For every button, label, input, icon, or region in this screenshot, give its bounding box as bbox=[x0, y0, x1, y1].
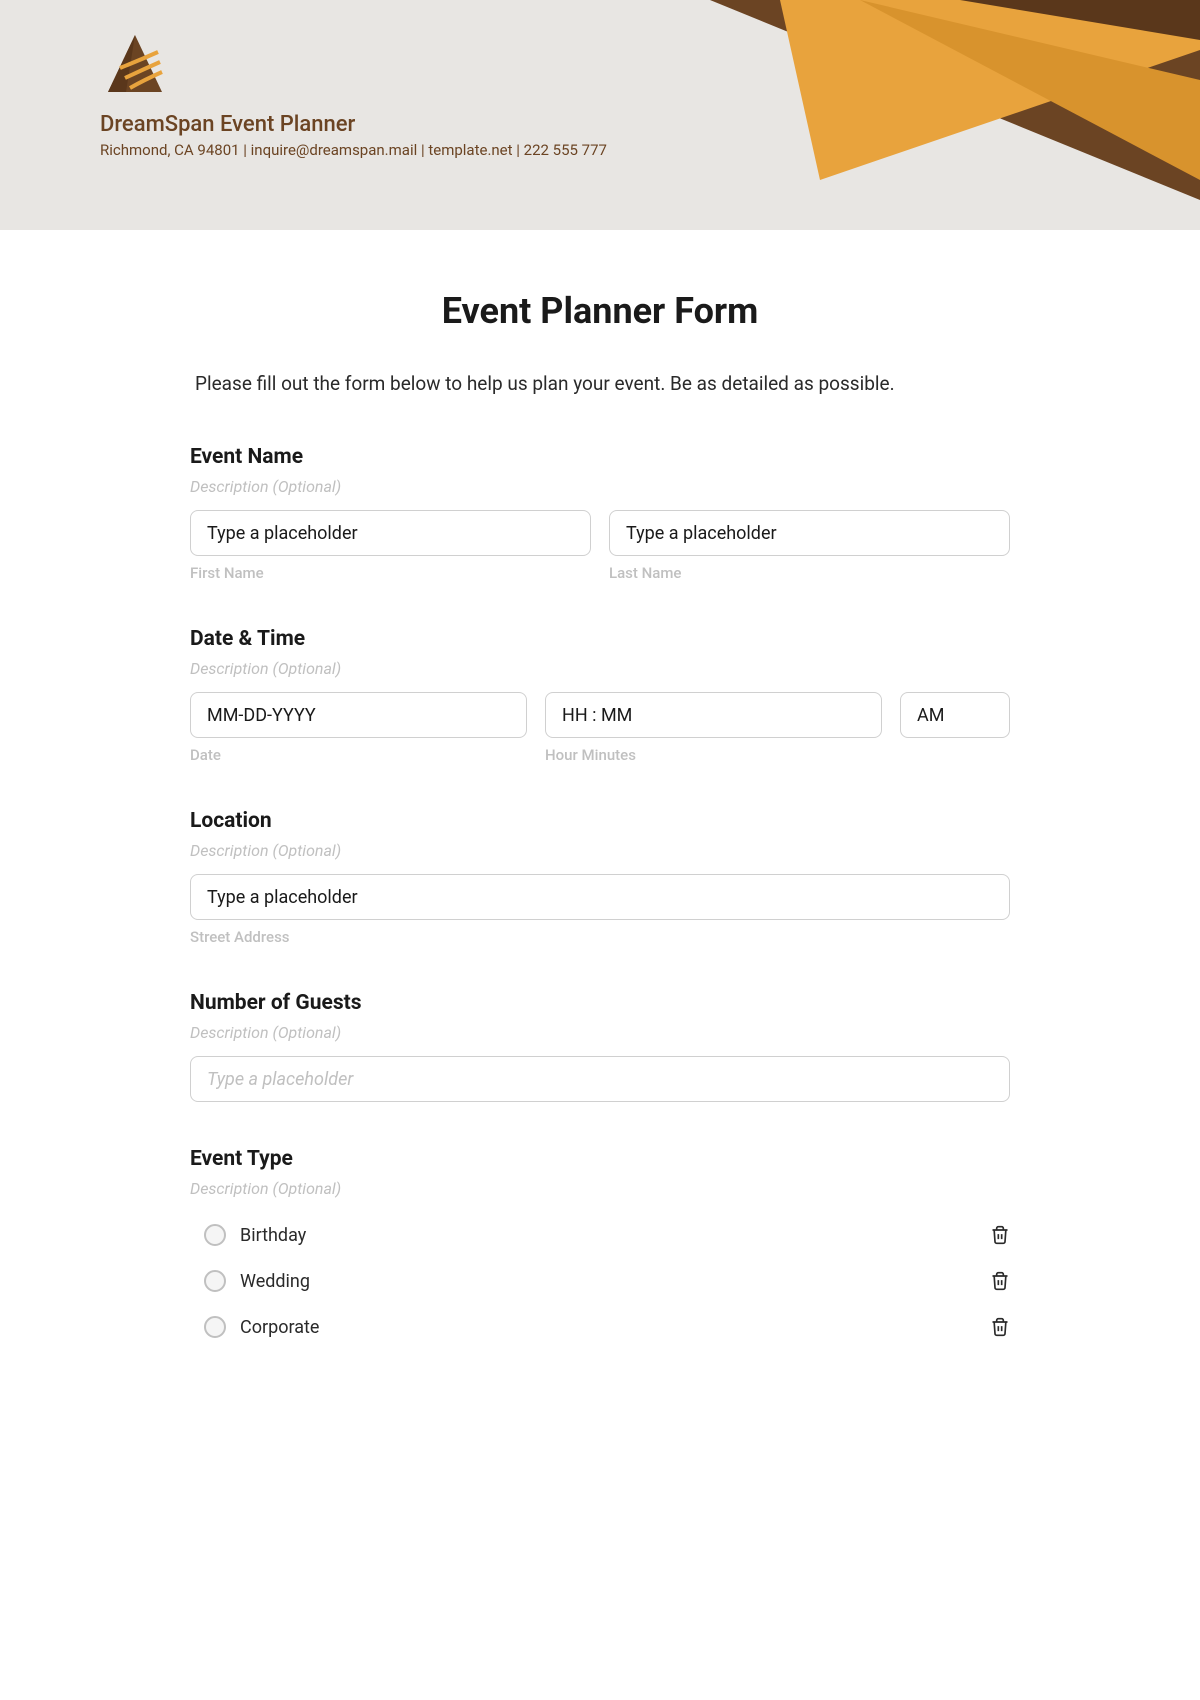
section-desc: Description (Optional) bbox=[190, 841, 1010, 860]
section-desc: Description (Optional) bbox=[190, 1179, 1010, 1198]
first-name-input[interactable]: Type a placeholder bbox=[190, 510, 591, 556]
time-input[interactable]: HH : MM bbox=[545, 692, 882, 738]
radio-icon bbox=[204, 1316, 226, 1338]
section-label: Number of Guests bbox=[190, 991, 1010, 1015]
date-input[interactable]: MM-DD-YYYY bbox=[190, 692, 527, 738]
company-name: DreamSpan Event Planner bbox=[100, 112, 1200, 137]
section-desc: Description (Optional) bbox=[190, 477, 1010, 496]
form-content: Event Planner Form Please fill out the f… bbox=[150, 230, 1050, 1455]
radio-icon bbox=[204, 1270, 226, 1292]
header-banner: DreamSpan Event Planner Richmond, CA 948… bbox=[0, 0, 1200, 230]
last-name-input[interactable]: Type a placeholder bbox=[609, 510, 1010, 556]
radio-icon bbox=[204, 1224, 226, 1246]
street-address-input[interactable]: Type a placeholder bbox=[190, 874, 1010, 920]
trash-icon[interactable] bbox=[990, 1316, 1010, 1338]
section-label: Event Type bbox=[190, 1147, 1010, 1171]
trash-icon[interactable] bbox=[990, 1224, 1010, 1246]
radio-option-birthday[interactable]: Birthday bbox=[204, 1212, 1010, 1258]
company-logo bbox=[100, 30, 170, 104]
section-desc: Description (Optional) bbox=[190, 659, 1010, 678]
date-sublabel: Date bbox=[190, 746, 527, 764]
trash-icon[interactable] bbox=[990, 1270, 1010, 1292]
radio-option-wedding[interactable]: Wedding bbox=[204, 1258, 1010, 1304]
last-name-sublabel: Last Name bbox=[609, 564, 1010, 582]
form-intro: Please fill out the form below to help u… bbox=[190, 372, 1010, 395]
street-sublabel: Street Address bbox=[190, 928, 1010, 946]
section-event-type: Event Type Description (Optional) Birthd… bbox=[190, 1147, 1010, 1350]
section-date-time: Date & Time Description (Optional) MM-DD… bbox=[190, 627, 1010, 764]
radio-option-corporate[interactable]: Corporate bbox=[204, 1304, 1010, 1350]
radio-label: Birthday bbox=[240, 1225, 306, 1246]
section-desc: Description (Optional) bbox=[190, 1023, 1010, 1042]
form-title: Event Planner Form bbox=[190, 290, 1010, 332]
guests-input[interactable]: Type a placeholder bbox=[190, 1056, 1010, 1102]
section-event-name: Event Name Description (Optional) Type a… bbox=[190, 445, 1010, 582]
section-label: Location bbox=[190, 809, 1010, 833]
ampm-select[interactable]: AM bbox=[900, 692, 1010, 738]
time-sublabel: Hour Minutes bbox=[545, 746, 882, 764]
first-name-sublabel: First Name bbox=[190, 564, 591, 582]
company-contact: Richmond, CA 94801 | inquire@dreamspan.m… bbox=[100, 141, 1200, 159]
section-guests: Number of Guests Description (Optional) … bbox=[190, 991, 1010, 1102]
section-location: Location Description (Optional) Type a p… bbox=[190, 809, 1010, 946]
radio-label: Wedding bbox=[240, 1271, 310, 1292]
radio-label: Corporate bbox=[240, 1317, 319, 1338]
section-label: Event Name bbox=[190, 445, 1010, 469]
section-label: Date & Time bbox=[190, 627, 1010, 651]
